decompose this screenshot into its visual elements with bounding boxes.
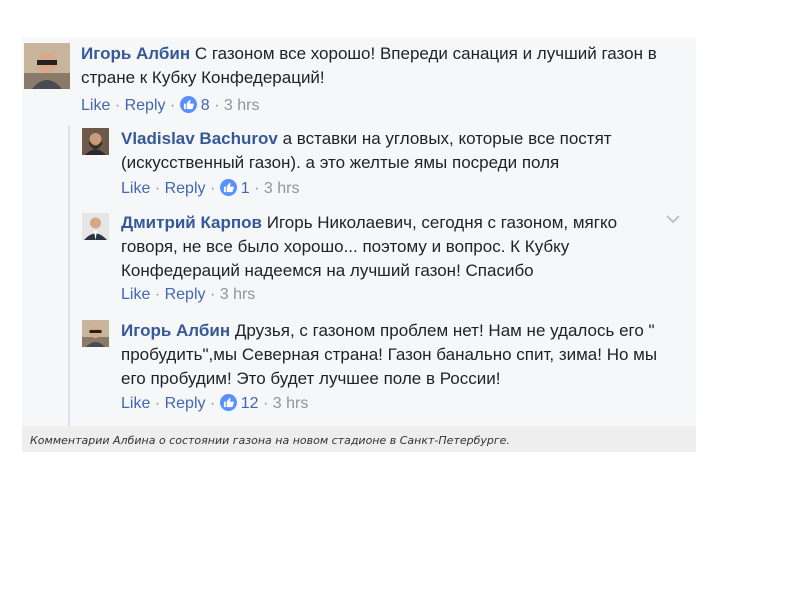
chevron-down-icon[interactable] [665, 213, 681, 225]
avatar[interactable] [82, 213, 109, 240]
separator: · [209, 180, 216, 197]
timestamp[interactable]: 3 hrs [220, 286, 256, 303]
author-name[interactable]: Игорь Албин [81, 44, 190, 63]
like-reaction-icon [219, 179, 237, 196]
like-reaction-icon [219, 394, 237, 411]
separator: · [154, 395, 161, 412]
like-link[interactable]: Like [121, 395, 150, 412]
like-link[interactable]: Like [81, 97, 110, 114]
avatar[interactable] [24, 43, 70, 89]
separator: · [114, 97, 121, 114]
timestamp[interactable]: 3 hrs [224, 97, 260, 114]
separator: · [154, 180, 161, 197]
reaction-count: 8 [200, 97, 210, 114]
reply-link[interactable]: Reply [165, 180, 206, 197]
reaction-count: 12 [240, 395, 259, 412]
like-link[interactable]: Like [121, 180, 150, 197]
author-name[interactable]: Vladislav Bachurov [121, 129, 278, 148]
separator: · [209, 395, 216, 412]
reactions[interactable]: 8 [179, 96, 210, 114]
reply-link[interactable]: Reply [125, 97, 166, 114]
timestamp[interactable]: 3 hrs [273, 395, 309, 412]
avatar[interactable] [82, 128, 109, 155]
timestamp[interactable]: 3 hrs [264, 180, 300, 197]
reactions[interactable]: 1 [219, 179, 250, 197]
reply-link[interactable]: Reply [165, 395, 206, 412]
author-name[interactable]: Дмитрий Карпов [121, 213, 262, 232]
separator: · [254, 180, 260, 197]
separator: · [209, 286, 216, 303]
like-reaction-icon [179, 96, 197, 113]
avatar[interactable] [82, 320, 109, 347]
separator: · [169, 97, 176, 114]
separator: · [262, 395, 269, 412]
reply-link[interactable]: Reply [165, 286, 206, 303]
author-name[interactable]: Игорь Албин [121, 321, 230, 340]
separator: · [154, 286, 161, 303]
reaction-count: 1 [240, 180, 250, 197]
separator: · [214, 97, 220, 114]
like-link[interactable]: Like [121, 286, 150, 303]
reactions[interactable]: 12 [219, 394, 259, 412]
image-caption: Комментарии Албина о состоянии газона на… [30, 434, 510, 447]
reply-thread-line [68, 126, 70, 426]
